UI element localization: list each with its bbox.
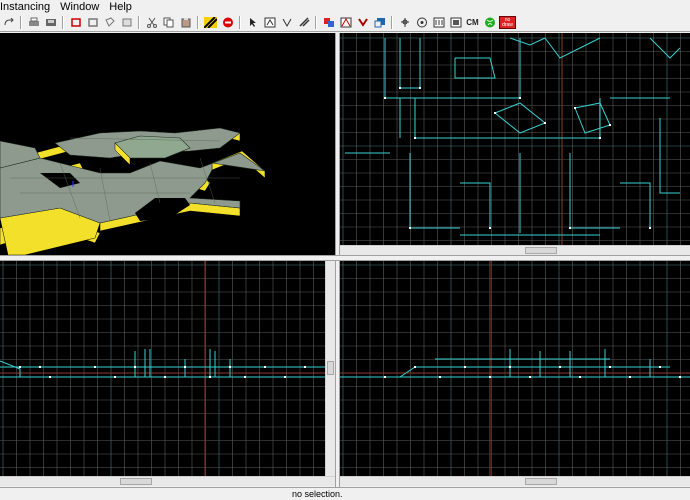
entity-icon[interactable] (279, 16, 294, 29)
hollow-icon[interactable] (414, 16, 429, 29)
grid-lines (340, 33, 690, 245)
hazard-icon[interactable] (203, 16, 218, 29)
status-text: no selection. (292, 489, 343, 499)
object-gray2-icon[interactable] (102, 16, 117, 29)
map-3d-render (0, 127, 266, 255)
toolbar-separator (315, 16, 317, 29)
carve-icon[interactable] (397, 16, 412, 29)
texture-apply-icon[interactable] (296, 16, 311, 29)
object-gray3-icon[interactable] (119, 16, 134, 29)
viewport-top[interactable] (340, 33, 690, 245)
copy-icon[interactable] (161, 16, 176, 29)
no-draw-label: no draw (502, 16, 513, 28)
viewport-side[interactable] (340, 261, 690, 476)
toolbar-separator (20, 16, 22, 29)
side-view-hscroll-thumb[interactable] (525, 478, 557, 485)
grid-lines (340, 261, 690, 476)
decal-icon[interactable] (372, 16, 387, 29)
no-entry-icon[interactable] (220, 16, 235, 29)
side-view-grid (340, 261, 690, 476)
toolbar-separator (239, 16, 241, 29)
menu-bar: Instancing Window Help (0, 0, 690, 14)
texture-lock-icon[interactable] (431, 16, 446, 29)
cordon-icon[interactable] (448, 16, 463, 29)
viewport-front[interactable] (0, 261, 325, 476)
globe-icon[interactable] (482, 16, 497, 29)
front-view-vscroll-thumb[interactable] (327, 361, 334, 375)
side-vertices (384, 366, 681, 378)
toolbar-separator (197, 16, 199, 29)
front-vertices (19, 366, 306, 378)
cm-button[interactable]: CM (465, 16, 480, 29)
toolbar-separator (62, 16, 64, 29)
viewport-3d[interactable] (0, 33, 335, 255)
redo-icon[interactable] (1, 16, 16, 29)
top-brushes (345, 37, 681, 236)
group-icon[interactable] (321, 16, 336, 29)
front-view-vscrollbar[interactable] (325, 261, 335, 476)
toolbar-separator (391, 16, 393, 29)
paste-icon[interactable] (178, 16, 193, 29)
toolbar: CM no draw (0, 14, 690, 32)
front-view-hscroll-thumb[interactable] (120, 478, 152, 485)
compile-icon[interactable] (43, 16, 58, 29)
camera-icon[interactable] (262, 16, 277, 29)
top-view-grid (340, 33, 690, 245)
object-gray-icon[interactable] (85, 16, 100, 29)
menu-window[interactable]: Window (55, 0, 104, 14)
object-red-icon[interactable] (68, 16, 83, 29)
print-icon[interactable] (26, 16, 41, 29)
front-view-grid (0, 261, 325, 476)
top-view-hscroll-thumb[interactable] (525, 247, 557, 254)
menu-help[interactable]: Help (104, 0, 137, 14)
vertex-tool-icon[interactable] (355, 16, 370, 29)
no-draw-button[interactable]: no draw (499, 16, 516, 29)
cut-icon[interactable] (144, 16, 159, 29)
clip-icon[interactable] (338, 16, 353, 29)
status-bar: no selection. (0, 487, 690, 500)
side-view-hscrollbar[interactable] (340, 476, 690, 486)
select-arrow-icon[interactable] (245, 16, 260, 29)
front-view-hscrollbar[interactable] (0, 476, 335, 486)
menu-instancing[interactable]: Instancing (0, 0, 55, 14)
grid-lines (0, 261, 325, 476)
top-view-hscrollbar[interactable] (340, 245, 690, 255)
toolbar-separator (138, 16, 140, 29)
